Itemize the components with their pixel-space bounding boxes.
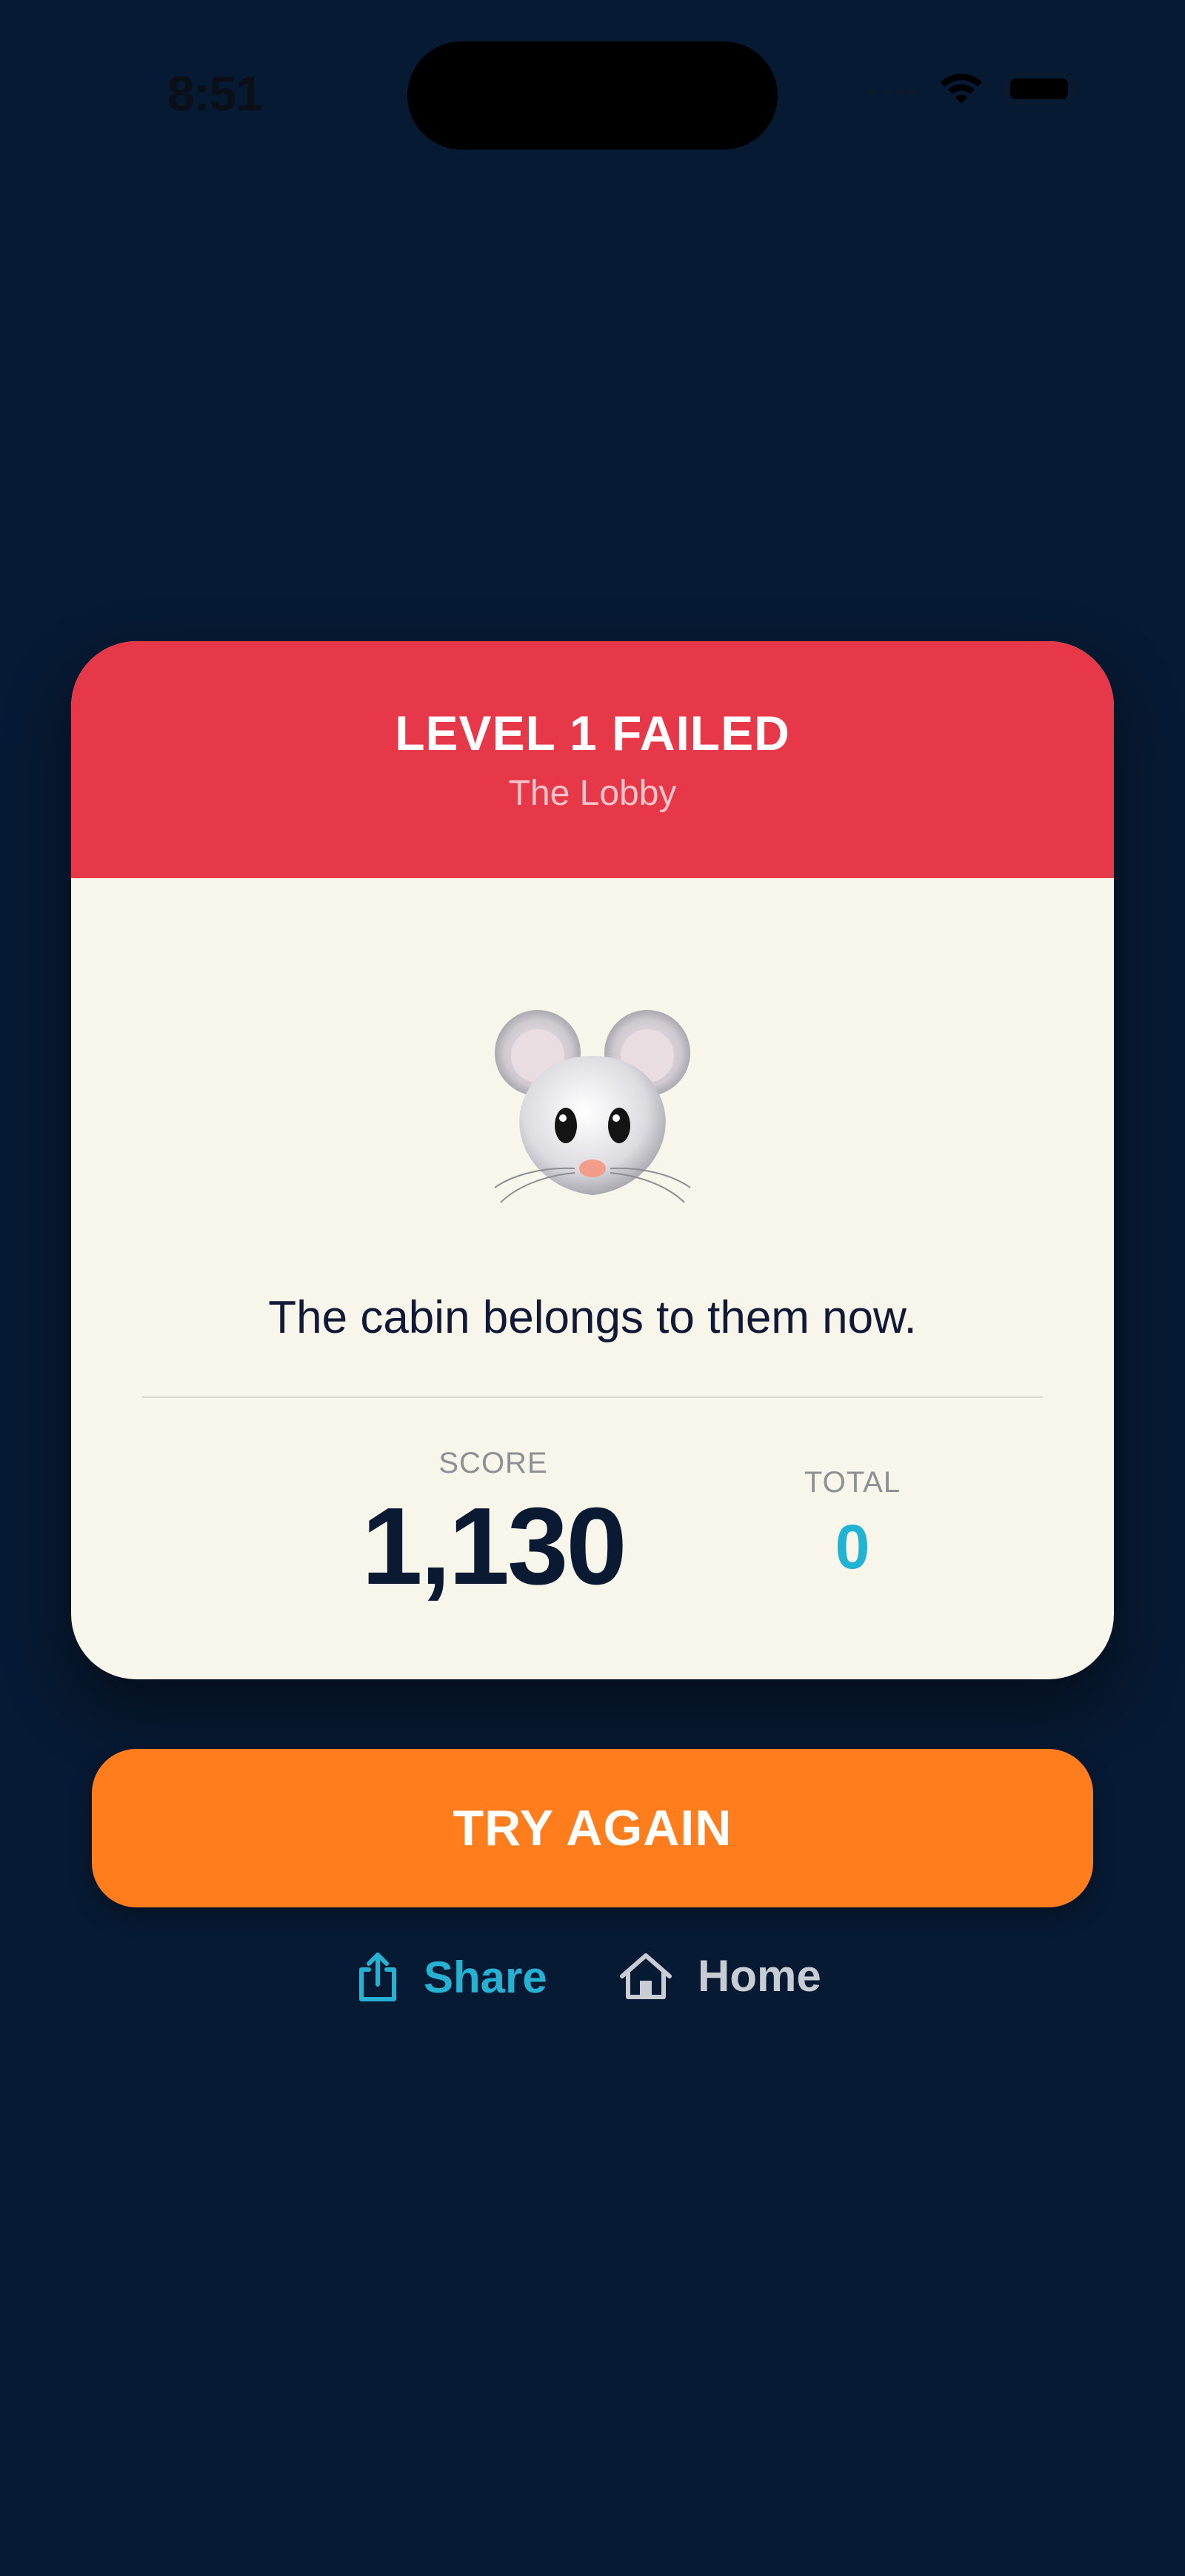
divider xyxy=(142,1396,1043,1398)
share-icon xyxy=(356,1950,400,2004)
cellular-signal-icon xyxy=(869,82,918,96)
try-again-button[interactable]: TRY AGAIN xyxy=(92,1749,1093,1907)
home-icon xyxy=(618,1951,674,2001)
wifi-icon xyxy=(938,71,985,107)
failure-message: The cabin belongs to them now. xyxy=(268,1292,917,1343)
total-block: TOTAL 0 xyxy=(767,1466,938,1578)
level-result-card: LEVEL 1 FAILED The Lobby The cabin belon… xyxy=(71,641,1114,1679)
score-block: SCORE 1,130 xyxy=(345,1447,641,1602)
level-failed-title: LEVEL 1 FAILED xyxy=(395,706,790,760)
share-button[interactable]: Share xyxy=(356,1950,547,2004)
status-indicators xyxy=(869,71,1081,107)
home-button[interactable]: Home xyxy=(618,1950,821,2001)
card-header: LEVEL 1 FAILED The Lobby xyxy=(71,641,1114,878)
mouse-face-icon xyxy=(489,1004,696,1211)
total-value: 0 xyxy=(835,1512,870,1582)
status-time: 8:51 xyxy=(167,66,263,121)
battery-icon xyxy=(1004,71,1081,107)
card-body: The cabin belongs to them now. SCORE 1,1… xyxy=(71,878,1114,1679)
home-label: Home xyxy=(698,1951,821,2001)
level-name-subtitle: The Lobby xyxy=(508,774,677,813)
score-label: SCORE xyxy=(438,1447,548,1479)
total-label: TOTAL xyxy=(804,1466,901,1499)
dynamic-island xyxy=(407,41,778,150)
share-label: Share xyxy=(424,1952,547,2002)
score-value: 1,130 xyxy=(361,1485,627,1608)
